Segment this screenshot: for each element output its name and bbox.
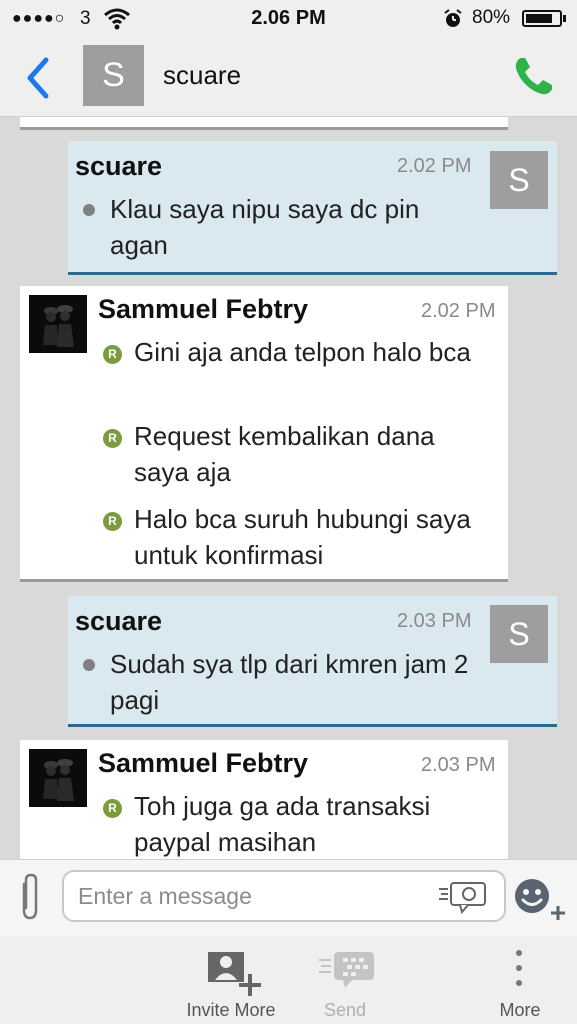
- message-text: Request kembalikan dana saya aja: [134, 421, 435, 487]
- emoji-add-icon[interactable]: [514, 878, 570, 920]
- read-receipt-icon: R: [103, 799, 122, 818]
- incoming-message[interactable]: Sammuel Febtry 2.02 PM R Gini aja anda t…: [20, 286, 508, 582]
- more-label: More: [499, 1000, 541, 1020]
- bbm-send-icon: [319, 952, 374, 988]
- contact-avatar[interactable]: S: [83, 45, 144, 106]
- send-label: Send: [323, 1000, 367, 1020]
- message-text: Toh juga ga ada transaksi paypal masihan: [134, 791, 431, 857]
- read-receipt-icon: R: [103, 429, 122, 448]
- silhouette-icon: [43, 759, 74, 801]
- read-receipt-icon: R: [103, 345, 122, 364]
- message-list[interactable]: scuare 2.02 PM S Klau saya nipu saya dc …: [0, 117, 577, 859]
- send-button[interactable]: Send: [300, 944, 390, 1024]
- add-contact-icon: [208, 952, 261, 996]
- invite-more-label: Invite More: [186, 1000, 276, 1020]
- contact-name[interactable]: scuare: [163, 60, 241, 91]
- unread-dot-icon: [83, 659, 95, 671]
- battery-percent: 80%: [472, 7, 511, 28]
- unread-dot-icon: [83, 204, 95, 216]
- message-text: Halo bca suruh hubungi saya untuk konfir…: [134, 504, 471, 570]
- battery-tip: [563, 15, 566, 22]
- message-time: 2.03 PM: [397, 610, 472, 632]
- message-text: Gini aja anda telpon halo bca: [134, 337, 471, 367]
- sender-avatar: S: [490, 151, 548, 209]
- message-time: 2.02 PM: [397, 155, 472, 177]
- previous-message-fragment: [20, 117, 508, 130]
- chevron-left-icon[interactable]: [22, 56, 56, 100]
- sender-name: scuare: [75, 606, 163, 636]
- battery-icon: [522, 10, 562, 27]
- outgoing-message[interactable]: scuare 2.02 PM S Klau saya nipu saya dc …: [68, 141, 557, 275]
- phone-icon[interactable]: [512, 54, 556, 98]
- sender-avatar: [29, 295, 87, 353]
- sender-name: scuare: [75, 151, 163, 181]
- outgoing-message[interactable]: scuare 2.03 PM S Sudah sya tlp dari kmre…: [68, 596, 557, 727]
- silhouette-icon: [43, 305, 74, 347]
- message-text: Sudah sya tlp dari kmren jam 2 pagi: [110, 649, 469, 715]
- incoming-message[interactable]: Sammuel Febtry 2.03 PM R Toh juga ga ada…: [20, 740, 508, 859]
- alarm-icon: [444, 9, 462, 27]
- sender-name: Sammuel Febtry: [98, 294, 309, 324]
- bottom-toolbar: Invite More Send More: [0, 936, 577, 1024]
- message-composer: [0, 859, 577, 937]
- more-button[interactable]: More: [480, 944, 560, 1024]
- paperclip-icon[interactable]: [16, 872, 44, 922]
- sender-avatar: [29, 749, 87, 807]
- more-vertical-icon: [516, 950, 522, 986]
- voice-note-icon[interactable]: [438, 880, 488, 914]
- message-text: Klau saya nipu saya dc pin agan: [110, 194, 420, 260]
- read-receipt-icon: R: [103, 512, 122, 531]
- sender-avatar: S: [490, 605, 548, 663]
- sender-name: Sammuel Febtry: [98, 748, 309, 778]
- status-bar: ●●●●○ 3 2.06 PM 80%: [0, 0, 577, 38]
- invite-more-button[interactable]: Invite More: [176, 944, 286, 1024]
- chat-header: S scuare: [0, 38, 577, 117]
- message-time: 2.03 PM: [421, 754, 496, 776]
- message-time: 2.02 PM: [421, 300, 496, 322]
